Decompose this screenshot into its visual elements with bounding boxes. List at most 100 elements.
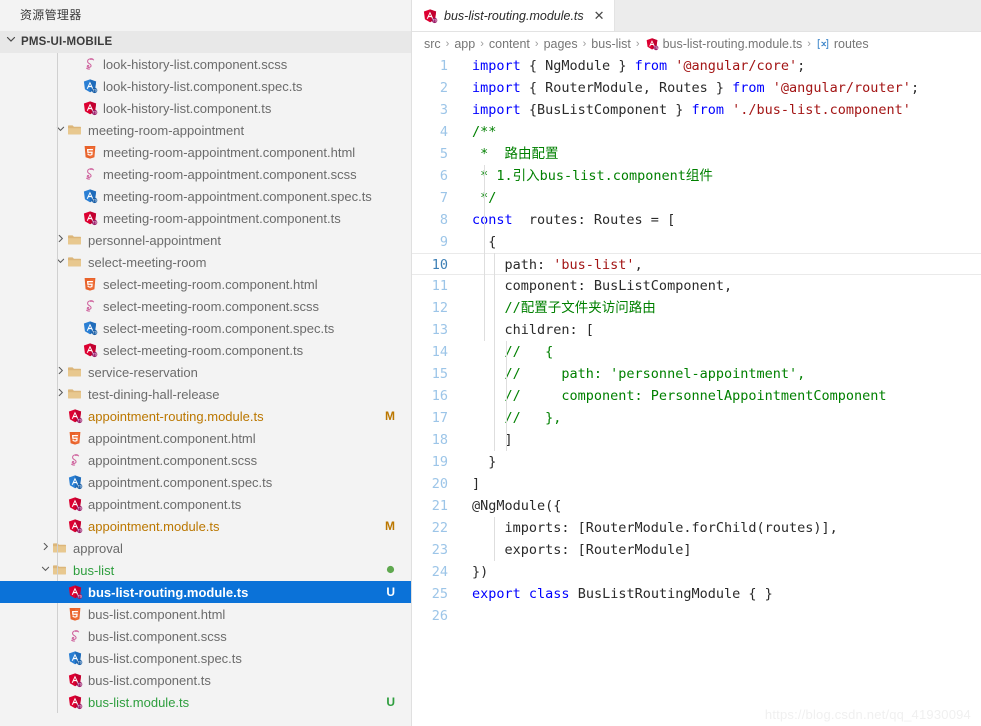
- code-line[interactable]: 23 exports: [RouterModule]: [412, 539, 981, 561]
- svg-text:TS: TS: [77, 705, 82, 709]
- scss-file-icon: [67, 628, 83, 644]
- chevron-right-icon[interactable]: [53, 365, 67, 379]
- tree-item-label: bus-list.component.scss: [88, 628, 227, 644]
- tree-folder-row[interactable]: personnel-appointment: [0, 229, 411, 251]
- tree-folder-row[interactable]: test-dining-hall-release: [0, 383, 411, 405]
- code-line[interactable]: 6 * 1.引入bus-list.component组件: [412, 165, 981, 187]
- code-editor[interactable]: 1 import { NgModule } from '@angular/core…: [412, 55, 981, 726]
- tree-file-row[interactable]: TS select-meeting-room.component.ts: [0, 339, 411, 361]
- code-line[interactable]: 2 import { RouterModule, Routes } from '@…: [412, 77, 981, 99]
- tree-file-row[interactable]: TS appointment.component.spec.ts: [0, 471, 411, 493]
- tree-file-row[interactable]: meeting-room-appointment.component.scss: [0, 163, 411, 185]
- tree-file-row[interactable]: TS appointment-routing.module.ts M: [0, 405, 411, 427]
- code-line[interactable]: 20]: [412, 473, 981, 495]
- tree-item-label: bus-list-routing.module.ts: [88, 584, 249, 600]
- code-line[interactable]: 25 export class BusListRoutingModule { }: [412, 583, 981, 605]
- tree-file-row[interactable]: TS look-history-list.component.spec.ts: [0, 75, 411, 97]
- code-line-text: import { NgModule } from '@angular/core'…: [462, 55, 981, 77]
- code-line[interactable]: 15 // path: 'personnel-appointment',: [412, 363, 981, 385]
- code-line[interactable]: 10 path: 'bus-list',: [412, 253, 981, 275]
- breadcrumb-item[interactable]: routes: [816, 37, 869, 51]
- tree-folder-row[interactable]: bus-list: [0, 559, 411, 581]
- code-token: children: [: [472, 322, 594, 338]
- chevron-down-icon[interactable]: [5, 31, 17, 53]
- code-line[interactable]: 21 @NgModule({: [412, 495, 981, 517]
- tree-file-row[interactable]: bus-list.component.scss: [0, 625, 411, 647]
- breadcrumb-item[interactable]: content: [489, 37, 530, 51]
- code-line[interactable]: 5 * 路由配置: [412, 143, 981, 165]
- angular-file-icon: TS: [82, 210, 98, 226]
- angular-file-icon: TS: [67, 694, 83, 710]
- breadcrumb-item[interactable]: TS bus-list-routing.module.ts: [645, 36, 803, 51]
- chevron-right-icon[interactable]: [53, 233, 67, 247]
- breadcrumb-label: bus-list-routing.module.ts: [662, 36, 803, 51]
- tree-file-row[interactable]: TS bus-list.component.spec.ts: [0, 647, 411, 669]
- code-token: '@angular/core': [675, 58, 798, 74]
- code-line[interactable]: 26: [412, 605, 981, 627]
- tree-file-row[interactable]: appointment.component.html: [0, 427, 411, 449]
- tree-file-row[interactable]: TS meeting-room-appointment.component.ts: [0, 207, 411, 229]
- tree-file-row[interactable]: TS appointment.component.ts: [0, 493, 411, 515]
- tree-folder-row[interactable]: meeting-room-appointment: [0, 119, 411, 141]
- close-icon[interactable]: ✕: [594, 9, 605, 22]
- code-line-text: import {BusListComponent } from './bus-l…: [462, 99, 981, 121]
- tree-file-row[interactable]: TS bus-list.module.ts U: [0, 691, 411, 713]
- tree-folder-row[interactable]: service-reservation: [0, 361, 411, 383]
- html-file-icon: [67, 430, 83, 446]
- code-line[interactable]: 14 // {: [412, 341, 981, 363]
- tree-file-row[interactable]: TS select-meeting-room.component.spec.ts: [0, 317, 411, 339]
- code-line[interactable]: 3 import {BusListComponent } from './bus-…: [412, 99, 981, 121]
- breadcrumb-item[interactable]: src: [424, 37, 441, 51]
- code-line[interactable]: 16 // component: PersonnelAppointmentCom…: [412, 385, 981, 407]
- tree-file-row[interactable]: TS look-history-list.component.ts: [0, 97, 411, 119]
- breadcrumb[interactable]: src › app › content › pages › bus-list › TS bus-lis…: [412, 32, 981, 55]
- file-tree[interactable]: look-history-list.component.scss TS look-h…: [0, 53, 411, 726]
- code-token: ;: [910, 80, 920, 96]
- code-line[interactable]: 9 {: [412, 231, 981, 253]
- tree-file-row[interactable]: TS appointment.module.ts M: [0, 515, 411, 537]
- code-line-text: /**: [462, 121, 981, 143]
- tree-file-row[interactable]: bus-list.component.html: [0, 603, 411, 625]
- code-token: from: [634, 58, 668, 74]
- code-line[interactable]: 1 import { NgModule } from '@angular/core…: [412, 55, 981, 77]
- chevron-down-icon[interactable]: [38, 563, 52, 577]
- tree-file-row[interactable]: appointment.component.scss: [0, 449, 411, 471]
- code-line[interactable]: 13 children: [: [412, 319, 981, 341]
- code-line[interactable]: 24}): [412, 561, 981, 583]
- line-number: 7: [439, 190, 448, 206]
- tree-file-row[interactable]: look-history-list.component.scss: [0, 53, 411, 75]
- code-line[interactable]: 17 // },: [412, 407, 981, 429]
- code-line[interactable]: 18 ]: [412, 429, 981, 451]
- chevron-down-icon[interactable]: [53, 255, 67, 269]
- code-line[interactable]: 7 */: [412, 187, 981, 209]
- code-line[interactable]: 11 component: BusListComponent,: [412, 275, 981, 297]
- code-line[interactable]: 22 imports: [RouterModule.forChild(route…: [412, 517, 981, 539]
- code-line[interactable]: 8 const routes: Routes = [: [412, 209, 981, 231]
- tree-file-row[interactable]: meeting-room-appointment.component.html: [0, 141, 411, 163]
- tree-file-row[interactable]: select-meeting-room.component.scss: [0, 295, 411, 317]
- workspace-root-header[interactable]: PMS-UI-MOBILE: [0, 31, 411, 53]
- code-line[interactable]: 4 /**: [412, 121, 981, 143]
- tree-folder-row[interactable]: approval: [0, 537, 411, 559]
- tree-item-label: meeting-room-appointment: [88, 122, 245, 138]
- editor-tab-active[interactable]: TS bus-list-routing.module.ts ✕: [412, 0, 615, 31]
- code-line[interactable]: 19 }: [412, 451, 981, 473]
- tree-file-row[interactable]: select-meeting-room.component.html: [0, 273, 411, 295]
- tree-folder-row[interactable]: select-meeting-room: [0, 251, 411, 273]
- tree-file-row[interactable]: TS meeting-room-appointment.component.spe…: [0, 185, 411, 207]
- tree-file-row[interactable]: TS bus-list.component.ts: [0, 669, 411, 691]
- breadcrumb-item[interactable]: pages: [544, 37, 578, 51]
- tree-item-label: look-history-list.component.ts: [103, 100, 272, 116]
- chevron-down-icon[interactable]: [53, 123, 67, 137]
- code-line[interactable]: 12 //配置子文件夹访问路由: [412, 297, 981, 319]
- line-number: 9: [439, 234, 448, 250]
- code-line-text: {: [462, 231, 981, 253]
- tree-item-label: look-history-list.component.spec.ts: [103, 78, 303, 94]
- breadcrumb-item[interactable]: app: [454, 37, 475, 51]
- chevron-right-icon[interactable]: [53, 387, 67, 401]
- tree-file-row[interactable]: TS bus-list-routing.module.ts U: [0, 581, 411, 603]
- tree-indent-guide: [57, 53, 58, 581]
- breadcrumb-item[interactable]: bus-list: [591, 37, 631, 51]
- chevron-right-icon[interactable]: [38, 541, 52, 555]
